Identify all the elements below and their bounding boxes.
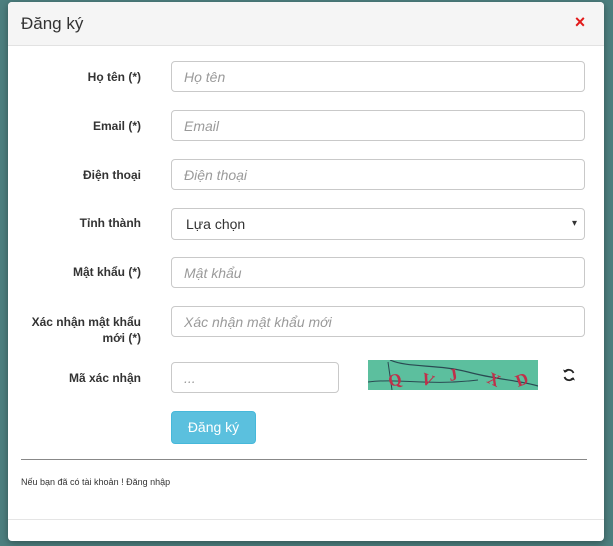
confirm-password-input[interactable]	[171, 306, 585, 337]
chevron-down-icon: ▾	[571, 218, 577, 229]
fullname-input[interactable]	[171, 61, 585, 92]
email-label: Email (*)	[92, 119, 141, 133]
captcha-letter: Q	[386, 369, 404, 390]
modal-header: Đăng ký ×	[8, 2, 604, 46]
password-input[interactable]	[171, 257, 585, 288]
province-select[interactable]: Lựa chọn ▾	[171, 208, 585, 240]
register-modal: Đăng ký × Họ tên (*) Email (*) Điện thoạ…	[8, 2, 604, 541]
captcha-letter: D	[513, 369, 531, 390]
close-icon[interactable]: ×	[570, 11, 590, 33]
phone-label: Điện thoại	[82, 168, 141, 182]
captcha-input[interactable]	[171, 362, 339, 393]
divider	[21, 459, 587, 460]
fullname-label: Họ tên (*)	[87, 70, 141, 84]
confirm-password-label-line1: Xác nhận mật khẩu	[31, 315, 141, 329]
email-input[interactable]	[171, 110, 585, 141]
modal-title: Đăng ký	[21, 14, 84, 33]
captcha-letter: J	[447, 365, 459, 385]
confirm-password-label: Xác nhận mật khẩu mới (*)	[8, 314, 141, 346]
captcha-letter: V	[419, 369, 438, 390]
confirm-password-label-line2: mới (*)	[102, 331, 141, 345]
register-button[interactable]: Đăng ký	[171, 411, 256, 444]
phone-input[interactable]	[171, 159, 585, 190]
province-select-value: Lựa chọn	[186, 216, 246, 232]
modal-footer-divider	[8, 519, 604, 520]
captcha-label: Mã xác nhận	[68, 371, 141, 385]
province-label: Tỉnh thành	[79, 216, 141, 230]
captcha-image: QVJXD	[368, 360, 538, 390]
password-label: Mật khẩu (*)	[72, 265, 141, 279]
refresh-icon[interactable]	[562, 368, 576, 382]
login-note[interactable]: Nếu bạn đã có tài khoản ! Đăng nhập	[21, 477, 170, 487]
